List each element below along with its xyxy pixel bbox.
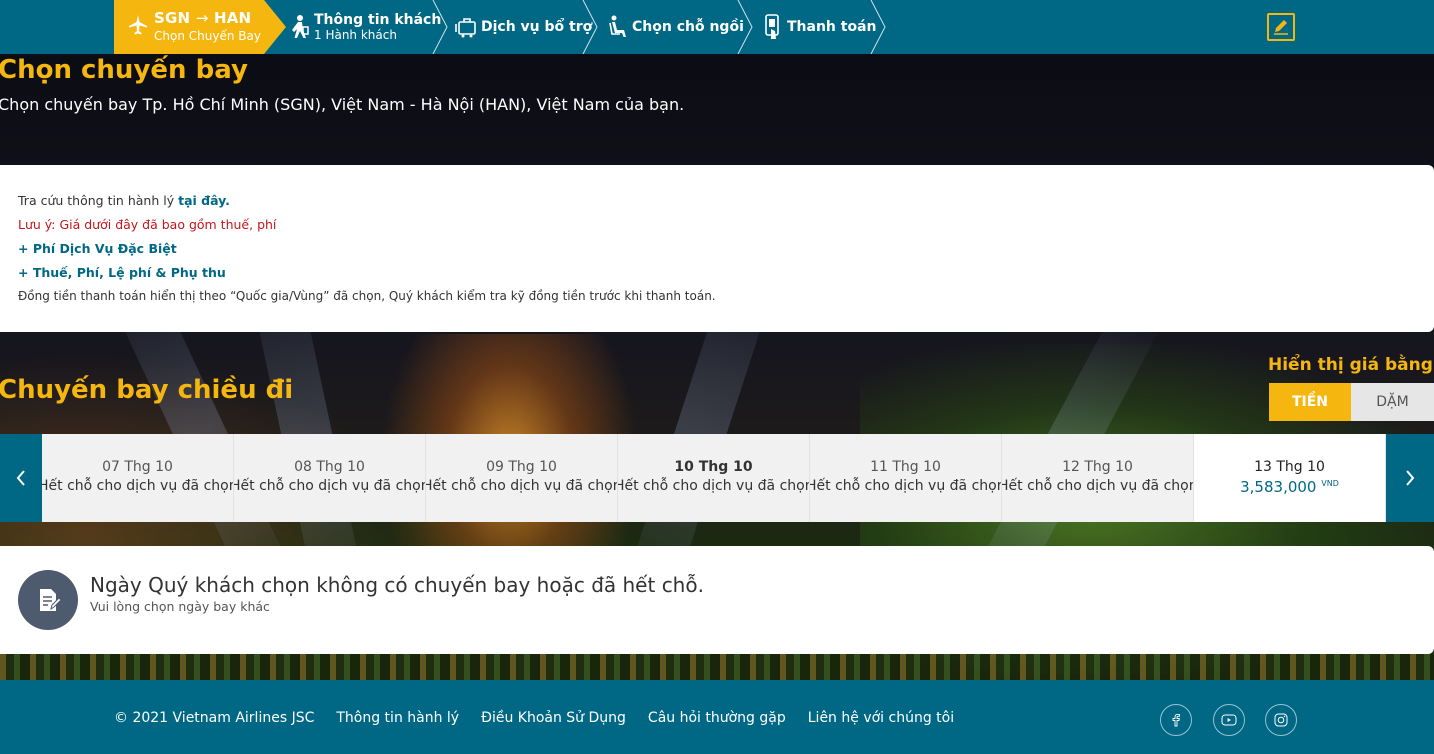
- step-separator-chevron: [737, 0, 753, 54]
- baggage-info-link[interactable]: tại đây.: [178, 193, 230, 208]
- passenger-icon: [292, 15, 309, 38]
- price-mode-label: Hiển thị giá bằng: [1268, 355, 1433, 375]
- edit-search-button[interactable]: [1267, 13, 1295, 41]
- youtube-icon[interactable]: [1213, 704, 1245, 736]
- price-mode-miles-button[interactable]: DẶM: [1351, 383, 1434, 421]
- date-status: Hết chỗ cho dịch vụ đã chọn: [618, 478, 810, 494]
- payment-icon: [765, 14, 779, 39]
- fare-info-panel: Tra cứu thông tin hành lý tại đây. Lưu ý…: [0, 165, 1434, 332]
- step-payment[interactable]: Thanh toán: [763, 0, 877, 54]
- plane-icon: [129, 15, 147, 35]
- date-cell[interactable]: 07 Thg 10 Hết chỗ cho dịch vụ đã chọn: [42, 434, 234, 522]
- next-dates-button[interactable]: [1386, 434, 1434, 522]
- step-passenger-label: Thông tin khách: [314, 12, 442, 28]
- date-status: Hết chỗ cho dịch vụ đã chọn: [810, 478, 1002, 494]
- date-label: 13 Thg 10: [1254, 459, 1325, 475]
- footer-link-faq[interactable]: Câu hỏi thường gặp: [648, 710, 786, 726]
- taxes-fees-link[interactable]: + Thuế, Phí, Lệ phí & Phụ thu: [18, 265, 226, 280]
- date-label: 10 Thg 10: [674, 459, 753, 475]
- baggage-info-line: Tra cứu thông tin hành lý tại đây.: [18, 193, 230, 208]
- step-select-flight-label: Chọn Chuyến Bay: [154, 29, 261, 43]
- no-flight-panel: Ngày Quý khách chọn không có chuyến bay …: [0, 546, 1434, 654]
- route-label: SGN → HAN: [154, 9, 252, 27]
- no-flight-message: Ngày Quý khách chọn không có chuyến bay …: [90, 573, 704, 597]
- currency-label: VND: [1321, 479, 1339, 488]
- lowest-price: 3,583,000 VND: [1240, 478, 1339, 496]
- date-status: Hết chỗ cho dịch vụ đã chọn: [426, 478, 618, 494]
- step-payment-label: Thanh toán: [787, 19, 877, 35]
- booking-steps-bar: SGN → HAN Chọn Chuyến Bay Thông tin khác…: [0, 0, 1434, 54]
- step-select-flight[interactable]: SGN → HAN Chọn Chuyến Bay: [114, 0, 286, 54]
- footer: © 2021 Vietnam Airlines JSC Thông tin hà…: [0, 680, 1434, 754]
- footer-links: © 2021 Vietnam Airlines JSC Thông tin hà…: [114, 710, 954, 726]
- step-separator-chevron: [432, 0, 448, 54]
- footer-link-contact[interactable]: Liên hệ với chúng tôi: [808, 710, 954, 726]
- date-selector: 07 Thg 10 Hết chỗ cho dịch vụ đã chọn 08…: [42, 434, 1386, 522]
- special-service-fee-link[interactable]: + Phí Dịch Vụ Đặc Biệt: [18, 241, 177, 256]
- step-passenger-info[interactable]: Thông tin khách 1 Hành khách: [288, 0, 441, 54]
- document-edit-icon: [18, 570, 78, 630]
- price-mode-money-button[interactable]: TIỀN: [1269, 383, 1351, 421]
- date-label: 07 Thg 10: [102, 459, 173, 475]
- date-label: 08 Thg 10: [294, 459, 365, 475]
- pencil-icon: [1274, 20, 1288, 35]
- footer-link-baggage[interactable]: Thông tin hành lý: [336, 710, 459, 726]
- date-cell[interactable]: 09 Thg 10 Hết chỗ cho dịch vụ đã chọn: [426, 434, 618, 522]
- copyright-text: © 2021 Vietnam Airlines JSC: [114, 710, 315, 726]
- step-seat-label: Chọn chỗ ngồi: [632, 19, 744, 35]
- step-ancillary-services[interactable]: Dịch vụ bổ trợ: [455, 0, 592, 54]
- footer-link-terms[interactable]: Điều Khoản Sử Dụng: [481, 710, 626, 726]
- chevron-right-icon: [1406, 470, 1415, 486]
- date-status: Hết chỗ cho dịch vụ đã chọn: [42, 478, 234, 494]
- step-separator-chevron: [582, 0, 598, 54]
- seat-icon: [609, 15, 626, 37]
- step-ancillary-label: Dịch vụ bổ trợ: [481, 19, 593, 35]
- outbound-section-title: Chuyến bay chiều đi: [0, 375, 294, 405]
- chevron-left-icon: [16, 470, 25, 486]
- no-flight-hint: Vui lòng chọn ngày bay khác: [90, 599, 270, 614]
- step-passenger-count: 1 Hành khách: [314, 28, 397, 42]
- previous-dates-button[interactable]: [0, 434, 42, 522]
- date-label: 11 Thg 10: [870, 459, 941, 475]
- date-cell[interactable]: 10 Thg 10 Hết chỗ cho dịch vụ đã chọn: [618, 434, 810, 522]
- price-note: Lưu ý: Giá dưới đây đã bao gồm thuế, phí: [18, 217, 277, 232]
- page-subtitle: Chọn chuyến bay Tp. Hồ Chí Minh (SGN), V…: [0, 95, 685, 114]
- date-cell[interactable]: 08 Thg 10 Hết chỗ cho dịch vụ đã chọn: [234, 434, 426, 522]
- facebook-icon[interactable]: [1160, 704, 1192, 736]
- step-seat-selection[interactable]: Chọn chỗ ngồi: [608, 0, 744, 54]
- date-cell[interactable]: 12 Thg 10 Hết chỗ cho dịch vụ đã chọn: [1002, 434, 1194, 522]
- baggage-icon: [455, 18, 476, 38]
- page-title: Chọn chuyến bay: [0, 55, 248, 85]
- date-cell-with-price[interactable]: 13 Thg 10 3,583,000 VND: [1194, 434, 1386, 522]
- date-cell[interactable]: 11 Thg 10 Hết chỗ cho dịch vụ đã chọn: [810, 434, 1002, 522]
- date-label: 09 Thg 10: [486, 459, 557, 475]
- date-label: 12 Thg 10: [1062, 459, 1133, 475]
- currency-note: Đồng tiền thanh toán hiển thị theo “Quốc…: [18, 289, 716, 303]
- step-separator-chevron: [870, 0, 886, 54]
- date-status: Hết chỗ cho dịch vụ đã chọn: [234, 478, 426, 494]
- date-status: Hết chỗ cho dịch vụ đã chọn: [1002, 478, 1194, 494]
- instagram-icon[interactable]: [1265, 704, 1297, 736]
